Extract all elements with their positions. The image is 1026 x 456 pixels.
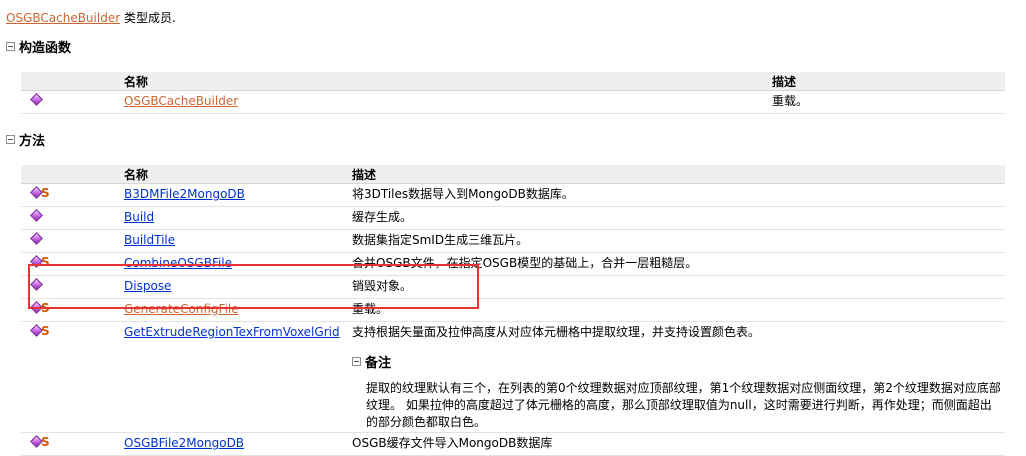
- collapse-icon[interactable]: [6, 135, 15, 144]
- table-row: Dispose 销毁对象。: [21, 275, 1005, 299]
- class-link[interactable]: OSGBCacheBuilder: [6, 11, 120, 25]
- member-description: 重载。: [348, 298, 1005, 322]
- member-link[interactable]: OSGBFile2MongoDB: [124, 436, 244, 450]
- methods-table: 名称 描述 S B3DMFile2MongoDB 将3DTiles数据导入到Mo…: [21, 165, 1005, 456]
- name-column-header: 名称: [120, 165, 348, 184]
- constructors-section-header[interactable]: 构造函数: [6, 41, 71, 57]
- public-static-method-icon: S: [29, 255, 55, 269]
- remarks-block: 备注 提取的纹理默认有三个，在列表的第0个纹理数据对应顶部纹理，第1个纹理数据对…: [352, 356, 1001, 431]
- member-link[interactable]: Dispose: [124, 279, 171, 293]
- name-column-header: 名称: [120, 72, 768, 91]
- member-description: 重载。: [768, 90, 1005, 114]
- icon-column-header: [21, 72, 120, 91]
- member-link[interactable]: Build: [124, 210, 154, 224]
- public-static-method-icon: S: [29, 435, 55, 449]
- member-description: 将3DTiles数据导入到MongoDB数据库。: [348, 183, 1005, 207]
- public-static-method-icon: S: [29, 301, 55, 315]
- collapse-icon[interactable]: [6, 42, 15, 51]
- methods-heading: 方法: [19, 134, 46, 149]
- table-row: S GenerateConfigFile 重载。: [21, 298, 1005, 322]
- constructors-heading: 构造函数: [19, 41, 72, 56]
- member-link[interactable]: OSGBCacheBuilder: [124, 94, 238, 108]
- member-link[interactable]: B3DMFile2MongoDB: [124, 187, 245, 201]
- member-description: 缓存生成。: [348, 206, 1005, 230]
- member-description: 合并OSGB文件，在指定OSGB模型的基础上，合并一层粗糙层。: [348, 252, 1005, 276]
- table-header-row: 名称 描述: [21, 165, 1005, 184]
- public-static-method-icon: S: [29, 324, 55, 338]
- public-method-icon: [29, 209, 55, 222]
- member-description: OSGB缓存文件导入MongoDB数据库: [348, 432, 1005, 456]
- member-link[interactable]: GetExtrudeRegionTexFromVoxelGrid: [124, 325, 340, 339]
- member-link[interactable]: GenerateConfigFile: [124, 302, 239, 316]
- collapse-icon[interactable]: [352, 357, 361, 366]
- remarks-heading: 备注: [365, 356, 392, 371]
- table-row: S CombineOSGBFile 合并OSGB文件，在指定OSGB模型的基础上…: [21, 252, 1005, 276]
- member-link[interactable]: BuildTile: [124, 233, 175, 247]
- member-description: 销毁对象。: [348, 275, 1005, 299]
- remarks-text: 提取的纹理默认有三个，在列表的第0个纹理数据对应顶部纹理，第1个纹理数据对应侧面…: [366, 381, 1001, 429]
- description-column-header: 描述: [768, 72, 1005, 91]
- table-row: S OSGBFile2MongoDB OSGB缓存文件导入MongoDB数据库: [21, 432, 1005, 456]
- methods-section-header[interactable]: 方法: [6, 134, 45, 150]
- member-description: 数据集指定SmID生成三维瓦片。: [348, 229, 1005, 253]
- public-method-icon: [29, 93, 55, 106]
- member-link[interactable]: CombineOSGBFile: [124, 256, 232, 270]
- table-row: S GetExtrudeRegionTexFromVoxelGrid 支持根据矢…: [21, 321, 1005, 433]
- table-row: BuildTile 数据集指定SmID生成三维瓦片。: [21, 229, 1005, 253]
- public-method-icon: [29, 278, 55, 291]
- constructors-table: 名称 描述 OSGBCacheBuilder 重载。: [21, 72, 1005, 114]
- table-row: OSGBCacheBuilder 重载。: [21, 90, 1005, 114]
- icon-column-header: [21, 165, 120, 184]
- public-method-icon: [29, 232, 55, 245]
- member-description: 支持根据矢量面及拉伸高度从对应体元栅格中提取纹理，并支持设置颜色表。: [352, 325, 761, 339]
- table-row: Build 缓存生成。: [21, 206, 1005, 230]
- description-column-header: 描述: [348, 165, 1005, 184]
- intro-suffix: 类型成员.: [120, 11, 176, 25]
- table-row: S B3DMFile2MongoDB 将3DTiles数据导入到MongoDB数…: [21, 183, 1005, 207]
- remarks-header[interactable]: 备注: [352, 356, 1001, 372]
- intro-line: OSGBCacheBuilder 类型成员.: [6, 10, 176, 26]
- public-static-method-icon: S: [29, 186, 55, 200]
- table-header-row: 名称 描述: [21, 72, 1005, 91]
